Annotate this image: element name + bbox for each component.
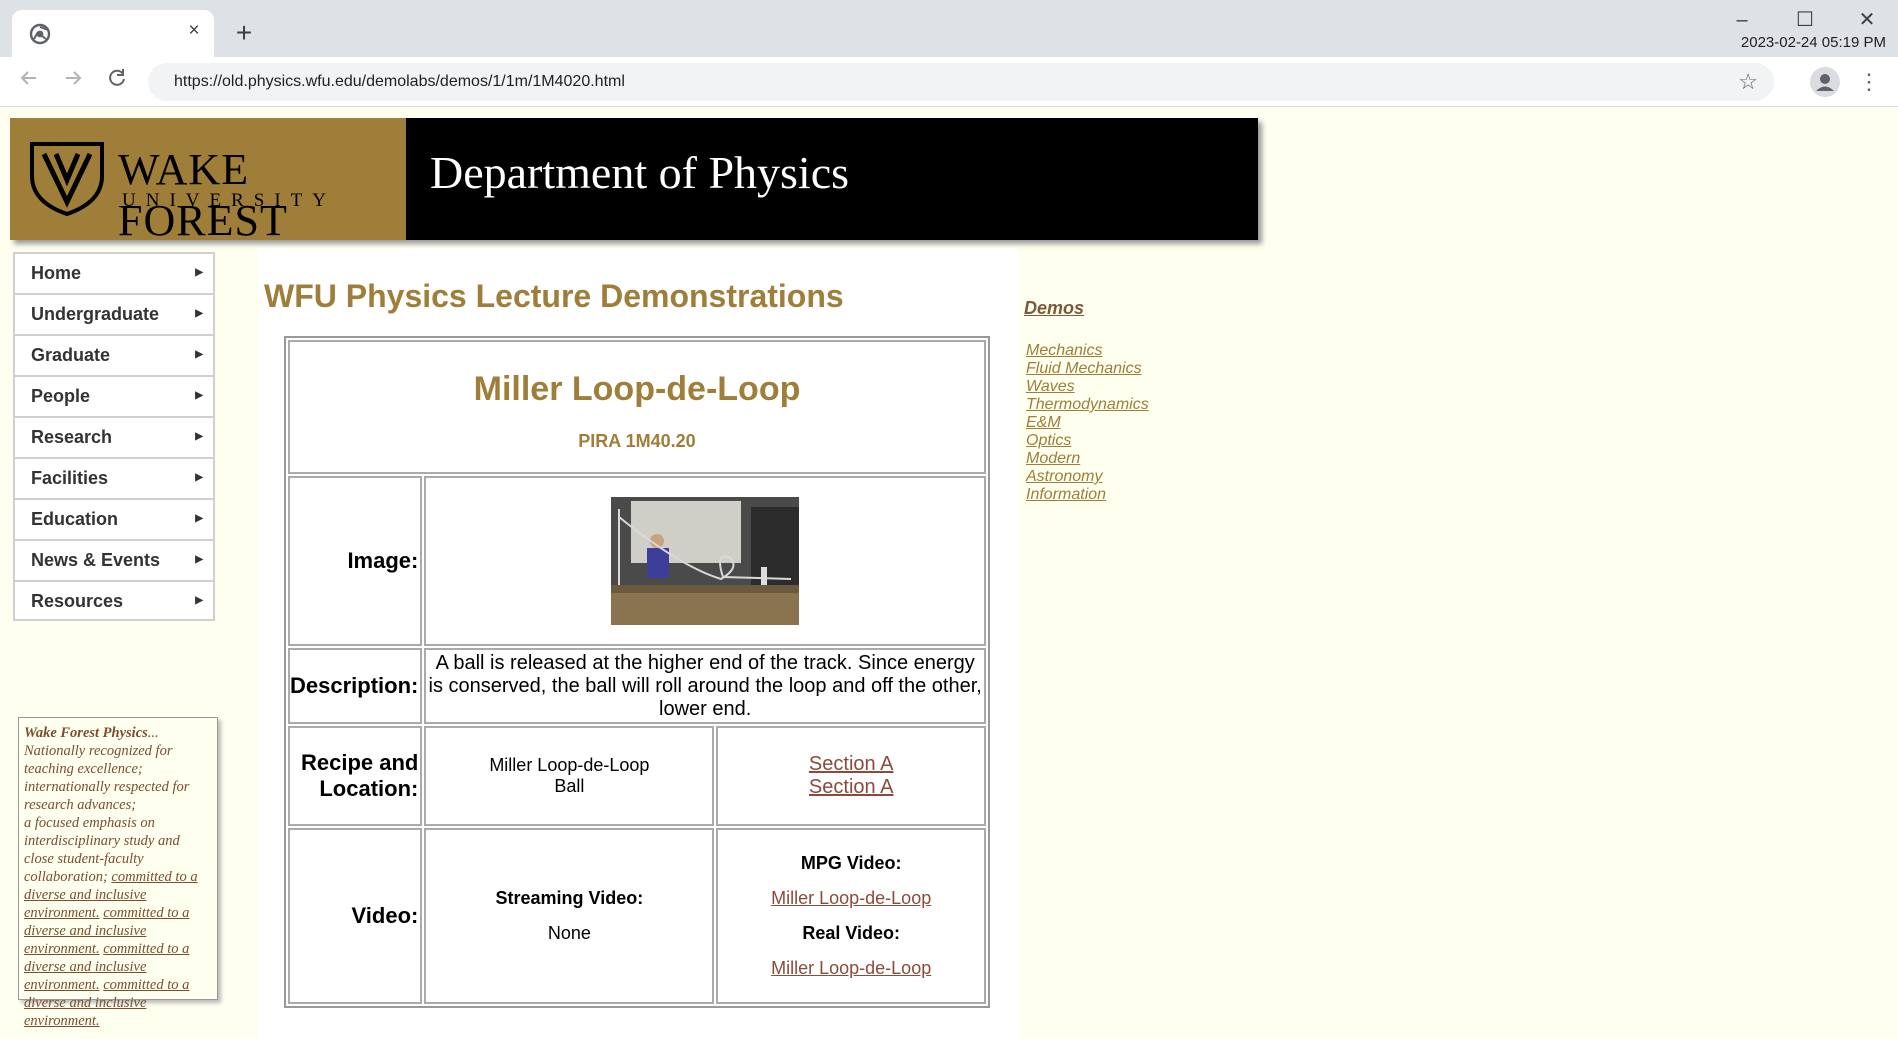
demo-category-link[interactable]: Modern: [1026, 450, 1149, 468]
nav-item-undergraduate[interactable]: Undergraduate ▶: [13, 293, 215, 334]
demo-category-link[interactable]: Fluid Mechanics: [1026, 360, 1149, 378]
recipe-line: Miller Loop-de-Loop: [489, 755, 650, 775]
demo-category-link[interactable]: Waves: [1026, 378, 1149, 396]
demo-header-cell: Miller Loop-de-Loop PIRA 1M40.20: [288, 340, 986, 474]
demo-category-link[interactable]: Thermodynamics: [1026, 396, 1149, 414]
promo-title: Wake Forest Physics: [24, 725, 148, 741]
demo-category-link[interactable]: Astronomy: [1026, 468, 1149, 486]
caret-right-icon: ▶: [195, 554, 203, 565]
promo-ellipsis: ...: [147, 725, 159, 741]
demo-category-link[interactable]: Information: [1026, 486, 1149, 504]
nav-item-research[interactable]: Research ▶: [13, 416, 215, 457]
streaming-video-cell: Streaming Video: None: [424, 828, 715, 1004]
streaming-video-value: None: [547, 923, 591, 943]
demo-category-link[interactable]: Mechanics: [1026, 342, 1149, 360]
browser-tabstrip: × + – ☐ ✕ 2023-02-24 05:19 PM: [0, 0, 1898, 57]
demo-category-link[interactable]: Optics: [1026, 432, 1149, 450]
address-bar[interactable]: https://old.physics.wfu.edu/demolabs/dem…: [148, 63, 1774, 101]
real-video-label: Real Video:: [802, 923, 901, 943]
wake-forest-shield-icon: [30, 142, 104, 216]
promo-line: Nationally recognized for teaching excel…: [24, 743, 173, 777]
recipe-cell: Miller Loop-de-Loop Ball: [424, 726, 715, 826]
nav-item-label: News & Events: [31, 550, 161, 570]
caret-right-icon: ▶: [195, 349, 203, 360]
reload-icon[interactable]: [102, 67, 132, 97]
real-video-link[interactable]: Miller Loop-de-Loop: [771, 958, 931, 978]
section-link[interactable]: Section A: [809, 776, 894, 798]
image-cell: [424, 476, 986, 646]
nav-item-label: Graduate: [31, 345, 111, 365]
pira-code: PIRA 1M40.20: [578, 431, 696, 451]
browser-tab[interactable]: ×: [12, 10, 214, 57]
nav-item-label: Education: [31, 509, 119, 529]
caret-right-icon: ▶: [195, 513, 203, 524]
streaming-video-label: Streaming Video:: [495, 888, 644, 908]
maximize-icon[interactable]: ☐: [1790, 8, 1820, 32]
new-tab-button[interactable]: +: [230, 19, 258, 48]
nav-item-label: Resources: [31, 591, 124, 611]
nav-item-graduate[interactable]: Graduate ▶: [13, 334, 215, 375]
nav-item-label: Facilities: [31, 468, 109, 488]
image-label: Image:: [288, 476, 423, 646]
nav-item-people[interactable]: People ▶: [13, 375, 215, 416]
recipe-label: Recipe and Location:: [288, 726, 423, 826]
caret-right-icon: ▶: [195, 390, 203, 401]
profile-avatar-icon[interactable]: [1810, 67, 1840, 97]
nav-item-label: People: [31, 386, 91, 406]
forward-icon[interactable]: [58, 67, 88, 97]
nav-item-resources[interactable]: Resources ▶: [13, 580, 215, 621]
site-banner[interactable]: WAKE FOREST UNIVERSITY Department of Phy…: [10, 118, 1258, 245]
nav-item-education[interactable]: Education ▶: [13, 498, 215, 539]
nav-item-facilities[interactable]: Facilities ▶: [13, 457, 215, 498]
caret-right-icon: ▶: [195, 595, 203, 606]
caret-right-icon: ▶: [195, 267, 203, 278]
caret-right-icon: ▶: [195, 431, 203, 442]
browser-toolbar: https://old.physics.wfu.edu/demolabs/dem…: [0, 57, 1898, 107]
video-label: Video:: [288, 828, 423, 1004]
tab-close-icon[interactable]: ×: [182, 19, 206, 43]
nav-item-label: Home: [31, 263, 82, 283]
promo-box: Wake Forest Physics... Nationally recogn…: [18, 717, 218, 1029]
url-text[interactable]: https://old.physics.wfu.edu/demolabs/dem…: [174, 73, 625, 91]
promo-line: internationally respected for research a…: [24, 779, 190, 813]
nav-item-news-events[interactable]: News & Events ▶: [13, 539, 215, 580]
back-icon[interactable]: [14, 67, 44, 97]
recipe-line: Ball: [554, 776, 585, 796]
page-title: WFU Physics Lecture Demonstrations: [264, 278, 844, 314]
download-video-cell: MPG Video: Miller Loop-de-Loop Real Vide…: [716, 828, 986, 1004]
demo-table: Miller Loop-de-Loop PIRA 1M40.20 Image:: [284, 336, 990, 1008]
university-logo: WAKE FOREST UNIVERSITY: [10, 118, 406, 245]
location-cell: Section A Section A: [716, 726, 986, 826]
minimize-icon[interactable]: –: [1727, 8, 1757, 32]
demo-title: Miller Loop-de-Loop: [473, 370, 801, 408]
demo-thumbnail-image[interactable]: [611, 497, 800, 625]
mpg-video-link[interactable]: Miller Loop-de-Loop: [771, 888, 931, 908]
nav-item-home[interactable]: Home ▶: [13, 252, 215, 293]
left-nav-menu: Home ▶ Undergraduate ▶ Graduate ▶ People ▶ R…: [13, 252, 215, 621]
nav-item-label: Research: [31, 427, 113, 447]
close-window-icon[interactable]: ✕: [1852, 8, 1882, 32]
section-link[interactable]: Section A: [809, 753, 894, 775]
department-title: Department of Physics: [430, 147, 850, 198]
university-subtitle: UNIVERSITY: [122, 190, 336, 211]
caret-right-icon: ▶: [195, 308, 203, 319]
clock: 2023-02-24 05:19 PM: [1740, 34, 1886, 51]
browser-menu-icon[interactable]: ⋮: [1858, 67, 1880, 97]
mpg-video-label: MPG Video:: [800, 853, 902, 873]
demos-category-list: Mechanics Fluid Mechanics Waves Thermody…: [1026, 342, 1149, 504]
demos-heading-link[interactable]: Demos: [1024, 298, 1084, 319]
description-label: Description:: [288, 648, 423, 724]
demo-category-link[interactable]: E&M: [1026, 414, 1149, 432]
caret-right-icon: ▶: [195, 472, 203, 483]
main-content: WFU Physics Lecture Demonstrations Mille…: [258, 248, 1018, 1039]
nav-item-label: Undergraduate: [31, 304, 160, 324]
description-text: A ball is released at the higher end of …: [424, 648, 986, 724]
chrome-favicon-icon: [29, 23, 51, 45]
bookmark-star-icon[interactable]: ☆: [1738, 69, 1758, 95]
